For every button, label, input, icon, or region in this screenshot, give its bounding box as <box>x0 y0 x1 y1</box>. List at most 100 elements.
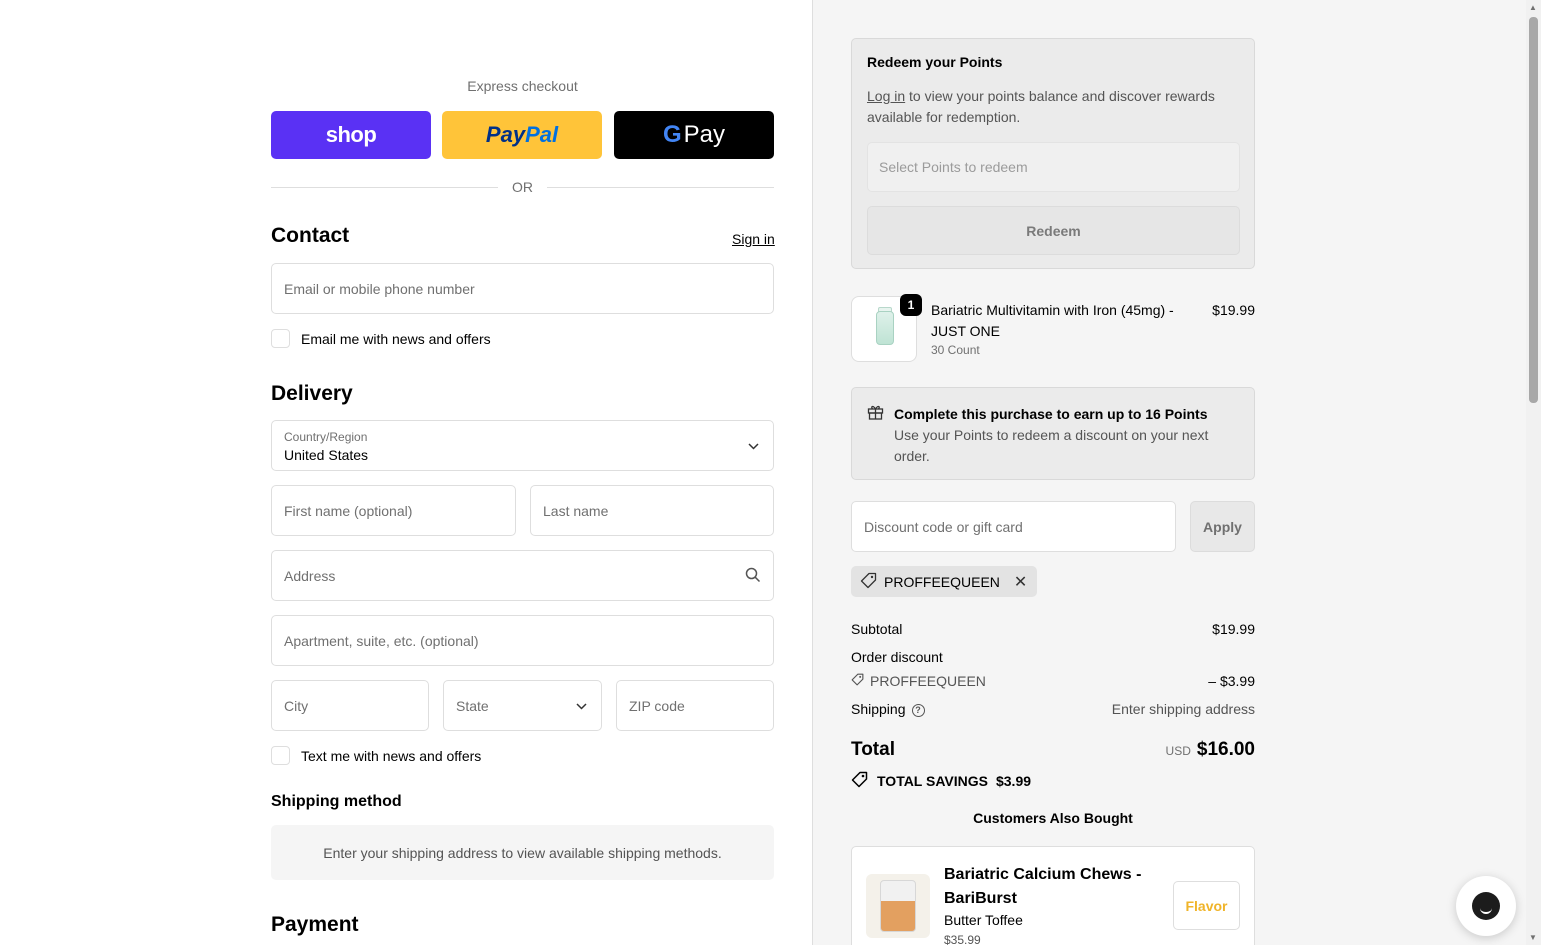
email-news-label: Email me with news and offers <box>301 330 491 347</box>
earn-points-title: Complete this purchase to earn up to 16 … <box>894 406 1208 422</box>
address-field[interactable]: Address <box>271 550 774 601</box>
flavor-button[interactable]: Flavor <box>1173 881 1240 930</box>
email-placeholder: Email or mobile phone number <box>284 280 475 297</box>
shipping-method-notice: Enter your shipping address to view avai… <box>271 825 774 880</box>
email-field[interactable]: Email or mobile phone number <box>271 263 774 314</box>
zip-field[interactable]: ZIP code <box>616 680 774 731</box>
discount-code-input[interactable]: Discount code or gift card <box>851 501 1176 552</box>
country-select[interactable]: Country/Region United States <box>271 420 774 471</box>
country-label: Country/Region <box>284 430 368 444</box>
tag-icon <box>860 572 877 592</box>
shop-pay-logo: shop <box>325 122 377 147</box>
applied-discount-tag: PROFFEEQUEEN ✕ <box>851 566 1038 597</box>
search-icon[interactable] <box>745 567 761 586</box>
savings-label: TOTAL SAVINGS <box>877 773 988 789</box>
upsell-product-variant: Butter Toffee <box>944 912 1023 928</box>
checkout-form-column: Express checkout shop PayPal G Pay OR Co… <box>0 0 812 945</box>
points-select-placeholder: Select Points to redeem <box>879 159 1028 175</box>
savings-value: $3.99 <box>995 773 1032 789</box>
last-name-field[interactable]: Last name <box>530 485 774 536</box>
discount-code-label: PROFFEEQUEEN <box>870 673 986 689</box>
scrollbar[interactable]: ▲ ▼ <box>1526 0 1541 945</box>
upsell-product-price: $35.99 <box>944 933 981 945</box>
scrollbar-thumb[interactable] <box>1529 17 1538 403</box>
address-placeholder: Address <box>284 567 336 584</box>
currency-label: USD <box>1165 744 1191 758</box>
google-g-icon: G <box>662 121 682 148</box>
order-summary-column: Redeem your Points Log in to view your p… <box>812 0 1526 945</box>
gift-icon <box>867 404 884 423</box>
order-discount-label: Order discount <box>851 649 943 665</box>
earn-points-text: Use your Points to redeem a discount on … <box>894 427 1209 464</box>
product-variant: 30 Count <box>931 343 980 357</box>
log-in-link[interactable]: Log in <box>867 88 905 104</box>
first-name-placeholder: First name (optional) <box>284 502 413 519</box>
discount-value: – $3.99 <box>1208 673 1255 689</box>
shipping-method-heading: Shipping method <box>271 793 402 810</box>
cart-line-item: 1 Bariatric Multivitamin with Iron (45mg… <box>851 294 1255 362</box>
google-pay-button[interactable]: G Pay <box>614 111 774 159</box>
last-name-placeholder: Last name <box>543 502 609 519</box>
text-news-option[interactable]: Text me with news and offers <box>271 746 481 765</box>
redeem-title: Redeem your Points <box>867 54 1003 70</box>
delivery-heading: Delivery <box>271 382 353 405</box>
paypal-button[interactable]: PayPal <box>442 111 602 159</box>
savings-tag-icon <box>851 771 869 791</box>
subtotal-row: Subtotal $19.99 <box>851 621 1255 637</box>
text-news-checkbox[interactable] <box>271 746 290 765</box>
subtotal-value: $19.99 <box>1212 621 1255 637</box>
chat-widget-button[interactable] <box>1456 876 1516 936</box>
scroll-up-icon[interactable]: ▲ <box>1529 3 1537 12</box>
quantity-badge: 1 <box>900 294 922 316</box>
customers-also-bought-title: Customers Also Bought <box>973 810 1133 826</box>
payment-heading: Payment <box>271 913 359 936</box>
total-value: $16.00 <box>1196 739 1255 760</box>
product-thumbnail: 1 <box>851 294 922 362</box>
apartment-field[interactable]: Apartment, suite, etc. (optional) <box>271 615 774 666</box>
scroll-down-icon[interactable]: ▼ <box>1529 933 1537 942</box>
shop-pay-button[interactable]: shop <box>271 111 431 159</box>
email-news-option[interactable]: Email me with news and offers <box>271 329 491 348</box>
total-label: Total <box>851 739 895 760</box>
or-label: OR <box>512 179 533 195</box>
product-name: Bariatric Multivitamin with Iron (45mg) … <box>931 302 1174 339</box>
state-placeholder: State <box>456 697 489 714</box>
earn-points-banner: Complete this purchase to earn up to 16 … <box>851 387 1255 480</box>
google-pay-label: Pay <box>683 121 726 148</box>
redeem-description: Log in to view your points balance and d… <box>867 88 1215 125</box>
express-checkout-title: Express checkout <box>467 78 578 94</box>
shipping-value: Enter shipping address <box>1111 701 1255 717</box>
first-name-field[interactable]: First name (optional) <box>271 485 516 536</box>
redeem-points-panel: Redeem your Points Log in to view your p… <box>851 38 1255 269</box>
total-savings: TOTAL SAVINGS $3.99 <box>851 771 1031 791</box>
contact-heading: Contact <box>271 224 350 247</box>
chat-icon <box>1472 892 1500 920</box>
text-news-label: Text me with news and offers <box>301 747 482 764</box>
subtotal-label: Subtotal <box>851 621 903 637</box>
order-discount-row: Order discount <box>851 649 1255 665</box>
help-icon[interactable]: ? <box>911 703 925 717</box>
apply-discount-button[interactable]: Apply <box>1190 501 1255 552</box>
shipping-row: Shipping? Enter shipping address <box>851 701 1255 717</box>
redeem-button[interactable]: Redeem <box>867 206 1240 255</box>
state-select[interactable]: State <box>443 680 602 731</box>
upsell-product-name: Bariatric Calcium Chews - BariBurst <box>944 866 1142 907</box>
email-news-checkbox[interactable] <box>271 329 290 348</box>
points-select[interactable]: Select Points to redeem <box>867 142 1240 192</box>
applied-code-label: PROFFEEQUEEN <box>884 573 1000 590</box>
shipping-label: Shipping <box>851 701 906 717</box>
shipping-method-message: Enter your shipping address to view avai… <box>323 844 722 861</box>
city-placeholder: City <box>284 697 309 714</box>
zip-placeholder: ZIP code <box>629 697 685 714</box>
apartment-placeholder: Apartment, suite, etc. (optional) <box>284 632 479 649</box>
country-value: United States <box>284 447 369 463</box>
chevron-down-icon <box>748 439 759 453</box>
tag-icon <box>851 673 864 689</box>
sign-in-link[interactable]: Sign in <box>732 231 775 247</box>
upsell-product-card: Bariatric Calcium Chews - BariBurst Butt… <box>851 846 1255 945</box>
product-price: $19.99 <box>1212 302 1255 318</box>
chevron-down-icon <box>576 699 587 713</box>
close-icon[interactable]: ✕ <box>1014 572 1027 592</box>
city-field[interactable]: City <box>271 680 429 731</box>
paypal-logo: PayPal <box>485 122 559 147</box>
